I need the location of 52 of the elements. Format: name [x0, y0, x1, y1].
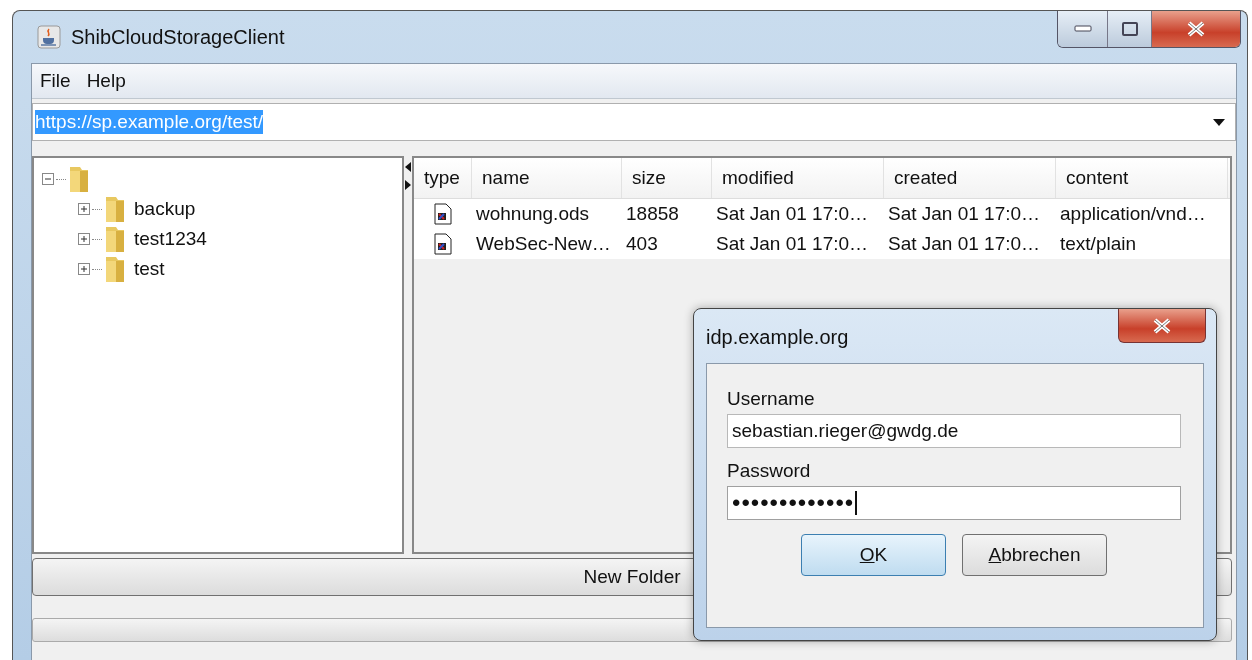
table-cell-text: text/plain	[1059, 232, 1138, 256]
dialog-title: idp.example.org	[706, 325, 849, 349]
table-cell-text: Sat Jan 01 17:0…	[887, 232, 1042, 256]
expand-icon[interactable]	[78, 263, 90, 275]
folder-icon	[68, 165, 90, 193]
field-label: Username	[727, 387, 816, 411]
menu-item[interactable]: Help	[84, 70, 128, 92]
close-button[interactable]	[1118, 309, 1206, 343]
column-header[interactable]: size	[622, 158, 712, 198]
table-cell-text: Sat Jan 01 17:0…	[715, 202, 870, 226]
document-icon	[434, 203, 452, 225]
cancel-button[interactable]: Abbrechen	[962, 534, 1107, 576]
collapse-left-arrow-icon[interactable]	[405, 162, 411, 172]
field-label: Password	[727, 459, 812, 483]
menu-item[interactable]: File	[38, 70, 73, 92]
folder-icon	[104, 225, 126, 253]
collapse-icon[interactable]	[42, 173, 54, 185]
table-cell-text: application/vnd…	[1059, 202, 1207, 226]
column-header[interactable]: type	[414, 158, 472, 198]
document-icon	[434, 233, 452, 255]
window-title: ShibCloudStorageClient	[71, 25, 285, 49]
close-button[interactable]	[1152, 11, 1240, 47]
table-cell-text: 403	[625, 232, 659, 256]
column-header[interactable]: content	[1056, 158, 1228, 198]
table-cell-text: 18858	[625, 202, 680, 226]
column-header[interactable]: created	[884, 158, 1056, 198]
expand-icon[interactable]	[78, 203, 90, 215]
ok-button[interactable]: OK	[801, 534, 946, 576]
tree-item[interactable]: test	[134, 258, 165, 280]
expand-right-arrow-icon[interactable]	[405, 180, 411, 190]
folder-icon	[104, 195, 126, 223]
minimize-icon	[1073, 25, 1092, 33]
expand-icon[interactable]	[78, 233, 90, 245]
close-icon	[1186, 21, 1206, 37]
input-field[interactable]: •••••••••••••	[727, 486, 1181, 520]
tree-item[interactable]: test1234	[134, 228, 207, 250]
maximize-icon	[1121, 22, 1138, 36]
coffee-cup-icon	[37, 25, 61, 49]
maximize-button[interactable]	[1108, 11, 1152, 47]
close-icon	[1152, 317, 1172, 334]
url-text: https://sp.example.org/test/	[35, 110, 264, 134]
dropdown-arrow-icon	[1213, 118, 1225, 126]
input-field[interactable]: sebastian.rieger@gwdg.de	[727, 414, 1181, 448]
table-cell-text: WebSec-New…	[475, 232, 612, 256]
table-cell-text: wohnung.ods	[475, 202, 591, 226]
table-cell-text: Sat Jan 01 17:0…	[887, 202, 1042, 226]
column-header[interactable]: modified	[712, 158, 884, 198]
folder-icon	[104, 255, 126, 283]
table-cell-text: Sat Jan 01 17:0…	[715, 232, 870, 256]
tree-item[interactable]: backup	[134, 198, 196, 220]
column-header[interactable]: name	[472, 158, 622, 198]
minimize-button[interactable]	[1058, 11, 1108, 47]
